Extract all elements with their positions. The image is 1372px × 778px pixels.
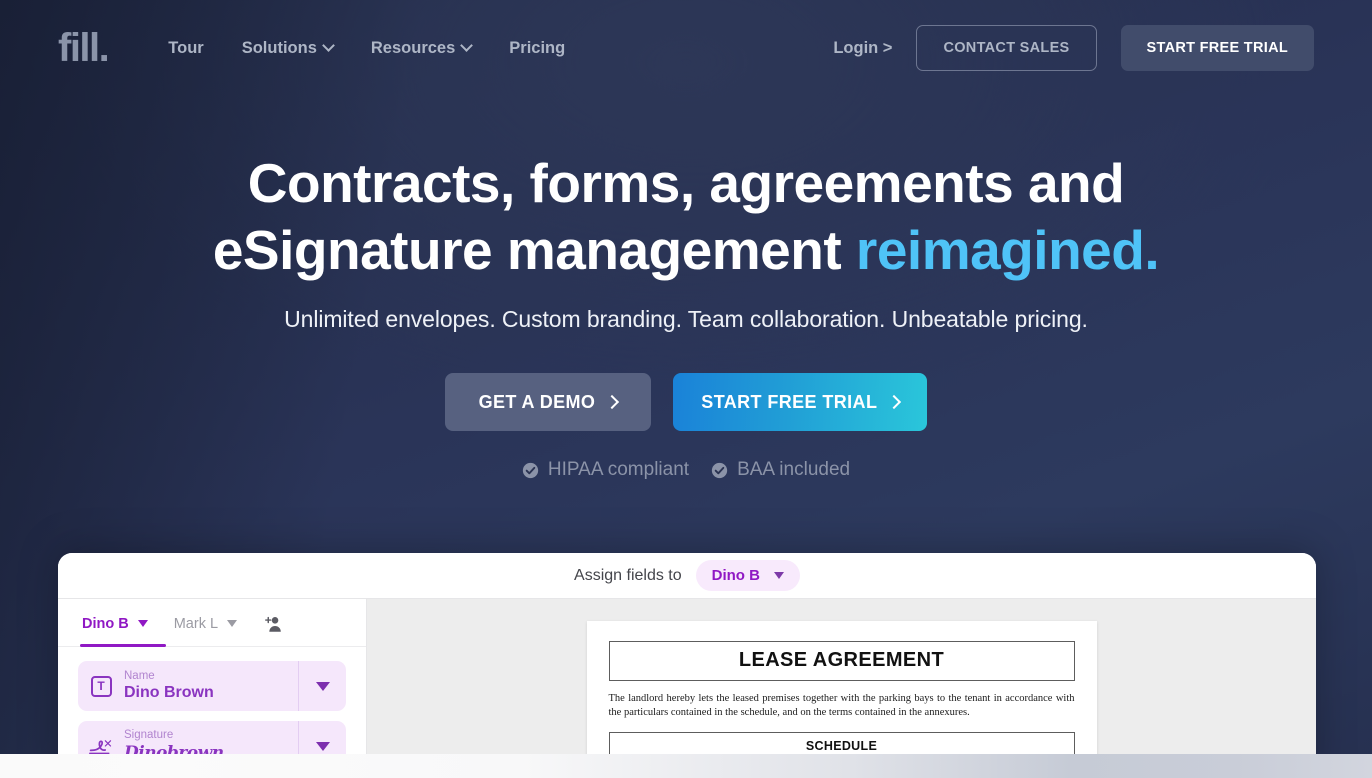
assigned-fields-list: T Name Dino Brown Signature Dinobrown bbox=[58, 647, 366, 771]
field-card-name[interactable]: T Name Dino Brown bbox=[78, 661, 346, 711]
primary-navigation: Tour Solutions Resources Pricing bbox=[168, 39, 565, 58]
chevron-down-icon bbox=[460, 38, 474, 52]
status-badge-hipaa: HIPAA compliant bbox=[522, 459, 689, 481]
nav-item-label: Resources bbox=[370, 38, 456, 57]
tab-dino-b[interactable]: Dino B bbox=[82, 616, 148, 644]
active-tab-indicator bbox=[80, 644, 166, 647]
chevron-down-icon bbox=[322, 38, 335, 52]
assign-fields-label: Assign fields to bbox=[574, 566, 682, 584]
nav-item-pricing[interactable]: Pricing bbox=[509, 39, 565, 58]
field-label: Name bbox=[124, 669, 155, 682]
nav-item-label: Pricing bbox=[509, 38, 566, 57]
start-free-trial-button[interactable]: START FREE TRIAL bbox=[673, 373, 928, 432]
field-label: Signature bbox=[124, 729, 174, 742]
header-start-free-trial-button[interactable]: START FREE TRIAL bbox=[1120, 25, 1314, 71]
assignee-dropdown[interactable]: Dino B bbox=[695, 560, 800, 591]
field-value: Dino Brown bbox=[124, 684, 214, 702]
headline-line-1: Contracts, forms, agreements and bbox=[247, 152, 1125, 214]
nav-item-solutions[interactable]: Solutions bbox=[241, 38, 335, 58]
site-header: fill. Tour Solutions Resources Pricing L… bbox=[0, 0, 1372, 96]
app-topbar: Assign fields to Dino B bbox=[58, 553, 1316, 599]
check-circle-icon bbox=[522, 462, 539, 478]
add-person-icon bbox=[265, 616, 281, 632]
chevron-down-icon bbox=[227, 620, 238, 627]
login-link[interactable]: Login > bbox=[833, 39, 892, 58]
get-a-demo-label: GET A DEMO bbox=[478, 391, 596, 412]
chevron-right-icon bbox=[887, 395, 902, 410]
tab-mark-l[interactable]: Mark L bbox=[173, 615, 238, 644]
document-canvas: LEASE AGREEMENT The landlord hereby lets… bbox=[367, 599, 1316, 778]
hero-cta-row: GET A DEMO START FREE TRIAL bbox=[0, 373, 1372, 432]
badge-label: HIPAA compliant bbox=[547, 459, 690, 481]
add-person-button[interactable] bbox=[263, 615, 283, 645]
chevron-down-icon bbox=[137, 620, 148, 627]
app-body: Dino B Mark L T Name Dino Brown Signatur… bbox=[58, 599, 1316, 778]
get-a-demo-button[interactable]: GET A DEMO bbox=[444, 373, 652, 432]
page-title: Contracts, forms, agreements and eSignat… bbox=[0, 150, 1372, 284]
header-actions: Login > CONTACT SALES START FREE TRIAL bbox=[833, 25, 1314, 71]
document-paragraph: The landlord hereby lets the leased prem… bbox=[608, 693, 1075, 719]
headline-accent: reimagined. bbox=[855, 219, 1160, 282]
contact-sales-button[interactable]: CONTACT SALES bbox=[916, 25, 1097, 71]
start-free-trial-label: START FREE TRIAL bbox=[701, 391, 878, 412]
chevron-down-icon bbox=[315, 681, 330, 691]
chevron-down-icon bbox=[773, 572, 784, 579]
logo[interactable]: fill. bbox=[58, 28, 110, 68]
fields-sidebar: Dino B Mark L T Name Dino Brown Signatur… bbox=[58, 599, 367, 778]
tab-label: Dino B bbox=[82, 615, 129, 632]
tab-label: Mark L bbox=[173, 615, 219, 632]
assignee-name: Dino B bbox=[711, 567, 760, 584]
document-title: LEASE AGREEMENT bbox=[608, 641, 1075, 681]
recipient-tabs: Dino B Mark L bbox=[58, 599, 366, 647]
hero-subtitle: Unlimited envelopes. Custom branding. Te… bbox=[284, 306, 1088, 333]
nav-item-label: Solutions bbox=[241, 38, 317, 57]
badge-label: BAA included bbox=[737, 459, 851, 481]
check-circle-icon bbox=[711, 462, 728, 478]
status-badge-baa: BAA included bbox=[711, 459, 850, 481]
app-preview-card: Assign fields to Dino B Dino B Mark L T … bbox=[58, 553, 1316, 778]
nav-item-tour[interactable]: Tour bbox=[168, 39, 203, 58]
bottom-fade-overlay bbox=[0, 754, 1372, 778]
chevron-right-icon bbox=[605, 395, 620, 410]
nav-item-resources[interactable]: Resources bbox=[370, 38, 474, 58]
headline-line-2: eSignature management bbox=[212, 219, 856, 282]
text-field-icon: T bbox=[78, 675, 124, 697]
nav-item-label: Tour bbox=[168, 38, 204, 57]
field-dropdown-toggle[interactable] bbox=[298, 661, 346, 711]
chevron-down-icon bbox=[315, 741, 330, 751]
hero-section: Contracts, forms, agreements and eSignat… bbox=[0, 150, 1372, 481]
compliance-badges: HIPAA compliant BAA included bbox=[0, 459, 1372, 481]
